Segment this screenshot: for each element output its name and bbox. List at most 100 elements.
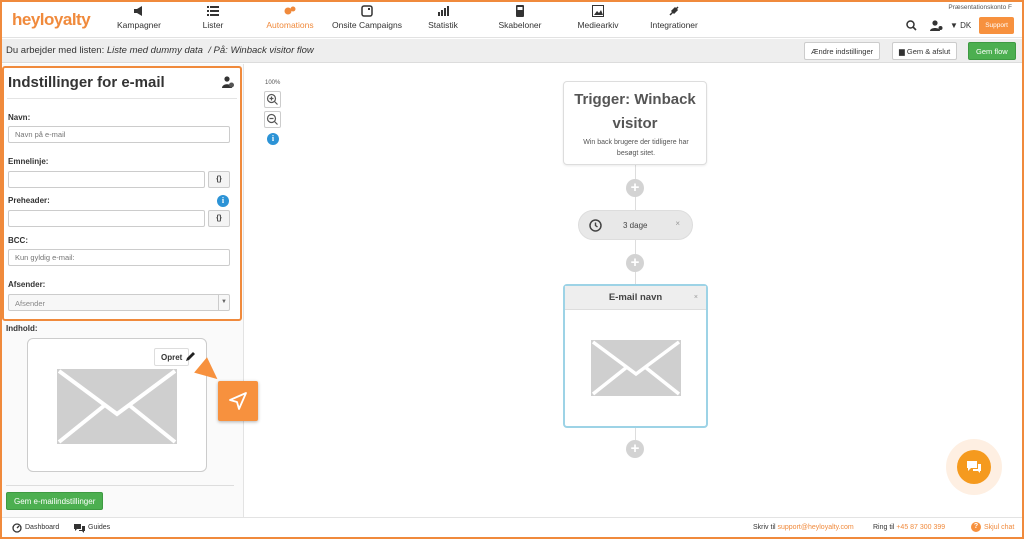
support-button[interactable]: Support [979,17,1014,34]
template-icon [516,5,524,17]
nav-onsite-campaigns[interactable]: Onsite Campaigns [329,5,405,30]
save-flow-button[interactable]: Gem flow [968,42,1016,60]
user-settings-icon[interactable] [930,20,943,31]
bcc-input[interactable] [8,249,230,266]
chat-button[interactable] [957,450,991,484]
add-step-button[interactable]: + [626,440,644,458]
nav-lister[interactable]: Lister [193,5,233,30]
envelope-icon [57,369,177,444]
subject-input[interactable] [8,171,205,188]
sender-selected-value: Afsender [15,299,46,308]
flow-connector [635,271,636,284]
trigger-node[interactable]: Trigger: Winback visitor Win back bruger… [563,81,707,165]
add-step-button[interactable]: + [626,254,644,272]
breadcrumb-list-name: Liste med dummy data [106,45,203,56]
breadcrumb-prefix: Du arbejder med listen: [6,45,107,56]
nav-statistik[interactable]: Statistik [423,5,463,30]
nav-label: Statistik [428,20,458,30]
envelope-icon [591,340,681,396]
add-step-button[interactable]: + [626,179,644,197]
help-icon: ? [971,522,981,532]
save-email-settings-button[interactable]: Gem e-mailindstillinger [6,492,104,510]
remove-email-button[interactable]: × [694,286,698,310]
footer-guides-link[interactable]: Guides [88,524,110,531]
nav-label: Onsite Campaigns [332,20,402,30]
sender-select[interactable]: Afsender ▼ [8,294,230,311]
zoom-in-icon [266,93,278,105]
language-label: DK [960,21,972,30]
zoom-out-button[interactable] [264,111,281,128]
automation-icon [284,6,296,15]
remove-delay-button[interactable]: × [675,219,680,228]
delay-node[interactable]: 3 dage × [578,210,693,240]
bcc-label: BCC: [8,236,28,245]
nav-skabeloner[interactable]: Skabeloner [494,5,546,30]
onsite-icon [361,5,373,17]
chat-icon [967,461,981,473]
floppy-icon: ▆ [899,47,907,56]
nav-kampagner[interactable]: Kampagner [114,5,164,30]
flow-connector [635,240,636,254]
zoom-level: 100% [265,80,281,86]
nav-label: Mediearkiv [577,20,619,30]
footer-call-label: Ring til [873,524,897,531]
language-select[interactable]: ▼ DK [950,21,971,30]
info-icon[interactable]: i [267,133,279,145]
breadcrumb: Du arbejder med listen: Liste med dummy … [6,45,314,56]
trigger-description: Win back brugere der tidligere har besøg… [583,139,689,157]
nav-label: Lister [202,20,224,30]
change-settings-button[interactable]: Ændre indstillinger [804,42,881,60]
list-icon [207,6,219,16]
top-navigation: heyloyalty Kampagner Lister Automations … [2,2,1022,38]
footer-write-to-label: Skriv til [753,524,778,531]
nav-label: Skabeloner [498,20,542,30]
guides-icon [74,524,85,533]
email-node-header: E-mail navn × [565,286,706,310]
megaphone-icon [134,6,142,16]
footer-dashboard-link[interactable]: Dashboard [25,524,59,531]
account-name: Præsentationskonto F [948,4,1012,11]
callout-badge [218,381,258,421]
chevron-down-icon: ▼ [218,295,229,310]
name-label: Navn: [8,113,31,122]
name-input[interactable] [8,126,230,143]
nav-automations[interactable]: Automations [260,5,320,30]
footer-phone[interactable]: +45 87 300 399 [896,524,945,531]
nav-integrationer[interactable]: Integrationer [646,5,702,30]
pencil-icon[interactable] [184,350,197,363]
chart-icon [438,6,449,16]
subject-label: Emnelinje: [8,157,49,166]
breadcrumb-separator: / På: [202,45,231,56]
search-icon[interactable] [906,20,917,31]
nav-label: Kampagner [117,20,161,30]
panel-title: Indstillinger for e-mail [8,74,165,91]
save-close-label: Gem & afslut [906,47,951,56]
nav-label: Integrationer [650,20,698,30]
trigger-title: Trigger: Winback visitor [574,91,696,132]
footer-support-email[interactable]: support@heyloyalty.com [778,524,854,531]
sender-label: Afsender: [8,280,46,289]
footer-call: Ring til +45 87 300 399 [873,524,945,531]
send-icon [229,392,247,410]
logo-text-right: loyalty [39,10,91,29]
preheader-label: Preheader: [8,196,50,205]
plug-icon [669,6,679,16]
info-icon[interactable]: i [217,195,229,207]
subject-personalize-button[interactable]: {} [208,171,230,188]
save-close-button[interactable]: ▆ Gem & afslut [892,42,958,60]
zoom-out-icon [266,113,278,125]
footer: Dashboard Guides Skriv til support@heylo… [2,517,1022,537]
user-help-icon[interactable] [222,76,234,88]
email-node[interactable]: E-mail navn × [563,284,708,428]
logo[interactable]: heyloyalty [12,10,91,30]
nav-mediearkiv[interactable]: Mediearkiv [573,5,623,30]
footer-write-to: Skriv til support@heyloyalty.com [753,524,854,531]
preheader-input[interactable] [8,210,205,227]
list-context-bar: Du arbejder med listen: Liste med dummy … [2,39,1022,63]
content-label: Indhold: [6,324,38,333]
email-node-title: E-mail navn [608,292,663,303]
hide-chat-link[interactable]: Skjul chat [984,524,1014,531]
zoom-in-button[interactable] [264,91,281,108]
preheader-personalize-button[interactable]: {} [208,210,230,227]
flow-connector [635,428,636,440]
